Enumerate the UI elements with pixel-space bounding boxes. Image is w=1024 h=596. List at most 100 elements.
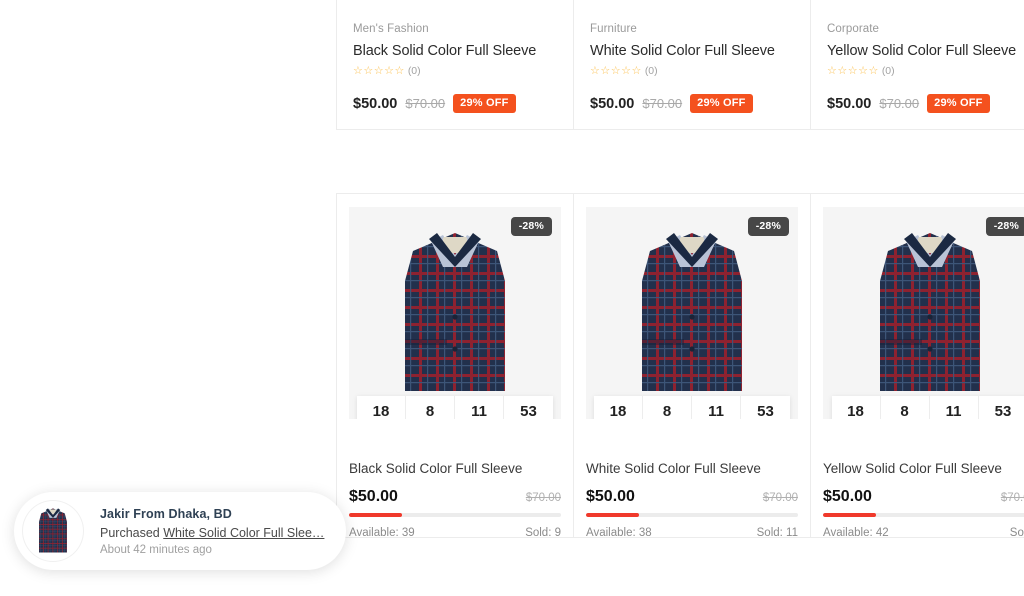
purchased-product-link[interactable]: White Solid Color Full Slee…: [163, 526, 324, 540]
product-image-wrap[interactable]: -28% 18 Days 8: [823, 207, 1024, 419]
countdown-timer: 18 Days 8 Hours 11 Min 53 Sec: [594, 395, 790, 419]
review-count: (0): [644, 65, 658, 77]
countdown-value: 53: [757, 402, 774, 419]
countdown-cell-sec: 53 Sec: [979, 396, 1024, 419]
countdown-value: 8: [425, 402, 435, 419]
stock-progress-bar: [823, 513, 1024, 517]
product-image-wrap[interactable]: -28% 18 8 11 53: [349, 207, 561, 419]
product-category: Corporate: [827, 23, 880, 35]
review-count: (0): [407, 65, 421, 77]
countdown-value: 8: [662, 402, 672, 419]
stock-row: Available: 42 Sold:: [823, 527, 1024, 539]
countdown-cell-sec: 53 Sec: [741, 396, 790, 419]
shirt-product-image: [879, 233, 980, 391]
original-price: $70.00: [762, 492, 798, 504]
purchase-time: About 42 minutes ago: [100, 543, 212, 556]
stock-progress-bar: [349, 513, 561, 517]
stock-progress-fill: [349, 513, 402, 517]
countdown-cell-days: 18 Days: [357, 395, 406, 419]
stock-progress-bar: [586, 513, 798, 517]
purchase-line: Purchased White Solid Color Full Slee…: [100, 526, 324, 540]
product-card[interactable]: Men's Fashion Black Solid Color Full Sle…: [337, 0, 574, 129]
product-rating: ☆☆☆☆☆ (0): [590, 65, 794, 77]
countdown-value: 11: [708, 402, 724, 419]
discount-badge: -28%: [985, 217, 1024, 236]
countdown-value: 53: [520, 402, 537, 419]
available-count: Available: 38: [586, 527, 652, 539]
countdown-cell-min: 11 Min: [930, 395, 979, 419]
star-rating-icon: ☆☆☆☆☆: [353, 64, 405, 77]
deal-price-row: $50.00 $70.00: [823, 488, 1024, 506]
original-price: $70.00: [1000, 492, 1024, 504]
sold-count: Sold:: [1009, 527, 1024, 539]
shirt-thumbnail-icon: [39, 508, 67, 553]
price-row: $50.00 $70.00 29% OFF: [353, 94, 557, 113]
product-card[interactable]: Furniture White Solid Color Full Sleeve …: [574, 0, 811, 129]
deal-card[interactable]: -28% 18 8 11 53 Black Solid Color Full S…: [337, 194, 574, 539]
current-price: $50.00: [590, 95, 635, 112]
current-price: $50.00: [586, 488, 635, 505]
product-title[interactable]: Yellow Solid Color Full Sleeve: [827, 43, 1024, 59]
buyer-name: Jakir From Dhaka, BD: [100, 506, 232, 521]
star-rating-icon: ☆☆☆☆☆: [827, 64, 879, 77]
countdown-cell-min: 11 Min: [455, 395, 504, 419]
countdown-timer: 18 Days 8 Hours 11 Min 53 Sec: [831, 395, 1024, 419]
avatar: [22, 500, 84, 562]
stock-progress-fill: [586, 513, 639, 517]
discount-badge: -28%: [510, 217, 552, 236]
original-price: $70.00: [405, 96, 446, 111]
countdown-value: 18: [609, 402, 627, 419]
deal-cards-row: -28% 18 8 11 53 Black Solid Color Full S…: [336, 193, 1024, 539]
discount-badge: -28%: [747, 217, 789, 236]
sold-count: Sold: 9: [525, 527, 561, 539]
stock-row: Available: 39 Sold: 9: [349, 527, 561, 539]
product-rating: ☆☆☆☆☆ (0): [827, 65, 1024, 77]
countdown-value: 18: [847, 402, 864, 419]
countdown-value: 18: [372, 402, 390, 419]
original-price: $70.00: [525, 492, 561, 504]
countdown-value: 53: [994, 402, 1012, 419]
current-price: $50.00: [349, 488, 398, 505]
deal-product-title[interactable]: Yellow Solid Color Full Sleeve: [823, 461, 1024, 476]
product-title[interactable]: White Solid Color Full Sleeve: [590, 43, 794, 59]
sold-count: Sold: 11: [756, 527, 798, 539]
deal-product-title[interactable]: Black Solid Color Full Sleeve: [349, 461, 561, 476]
stock-progress-fill: [823, 513, 877, 517]
product-category: Men's Fashion: [353, 23, 429, 35]
current-price: $50.00: [353, 95, 398, 112]
deal-card[interactable]: -28% 18 Days 8: [811, 194, 1024, 539]
discount-badge: 29% OFF: [927, 94, 990, 113]
countdown-cell-hours: 8 Hours: [643, 395, 692, 419]
countdown-cell-days: 18 Days: [832, 395, 881, 419]
product-image-wrap[interactable]: -28% 18 Days 8: [586, 207, 798, 419]
review-count: (0): [881, 65, 895, 77]
deal-card[interactable]: -28% 18 Days 8: [574, 194, 811, 539]
deal-price-row: $50.00 $70.00: [349, 488, 561, 506]
original-price: $70.00: [879, 96, 920, 111]
countdown-timer: 18 Days 8 Hours 11 Min 53 Sec: [357, 395, 553, 419]
product-title[interactable]: Black Solid Color Full Sleeve: [353, 43, 557, 59]
product-card[interactable]: Corporate Yellow Solid Color Full Sleeve…: [811, 0, 1024, 129]
countdown-cell-hours: 8 Hours: [881, 395, 930, 419]
page-root: Men's Fashion Black Solid Color Full Sle…: [0, 0, 1024, 596]
current-price: $50.00: [827, 95, 872, 112]
deal-price-row: $50.00 $70.00: [586, 488, 798, 506]
countdown-value: 8: [900, 402, 909, 419]
shirt-product-image: [642, 233, 742, 391]
sales-notification-toast[interactable]: Jakir From Dhaka, BD Purchased White Sol…: [14, 492, 346, 570]
product-rating: ☆☆☆☆☆ (0): [353, 65, 557, 77]
countdown-value: 11: [471, 402, 487, 419]
star-rating-icon: ☆☆☆☆☆: [590, 64, 642, 77]
discount-badge: 29% OFF: [690, 94, 753, 113]
top-product-strip: Men's Fashion Black Solid Color Full Sle…: [336, 0, 1024, 130]
countdown-value: 11: [945, 402, 962, 419]
product-category: Furniture: [590, 23, 637, 35]
purchase-action-label: Purchased: [100, 525, 160, 540]
countdown-cell-days: 18 Days: [594, 395, 643, 419]
deal-product-title[interactable]: White Solid Color Full Sleeve: [586, 461, 798, 476]
shirt-product-image: [405, 233, 505, 391]
current-price: $50.00: [823, 488, 872, 505]
available-count: Available: 42: [823, 527, 889, 539]
countdown-cell-sec: 53 Sec: [504, 396, 553, 419]
price-row: $50.00 $70.00 29% OFF: [590, 94, 794, 113]
